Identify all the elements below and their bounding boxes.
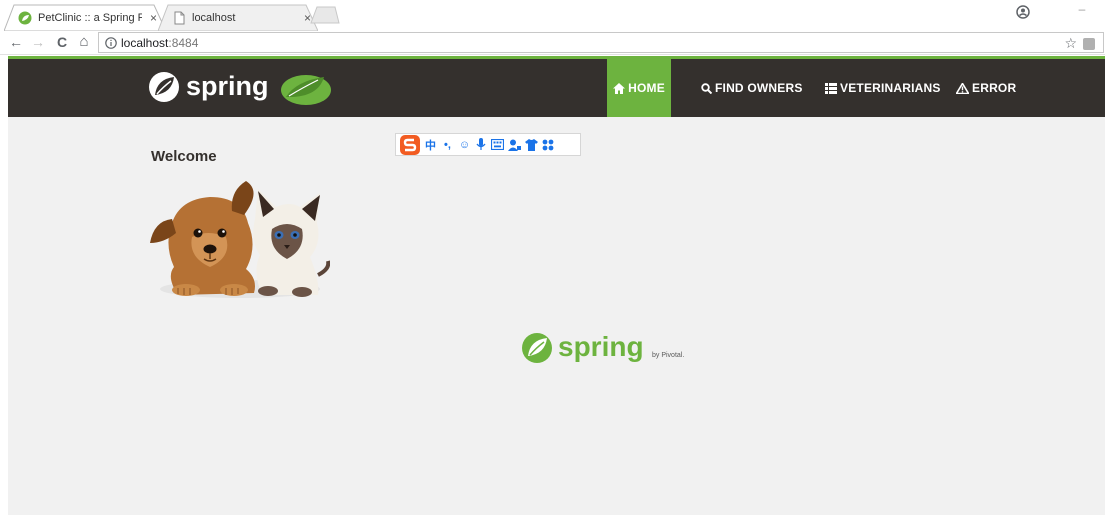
navbar: spring HOME FIND OWNERS VETERINARIANS ER… [8, 59, 1105, 117]
new-tab-button[interactable] [310, 6, 340, 24]
url-port: :8484 [168, 35, 199, 50]
footer-brand-text: spring [558, 331, 644, 362]
ime-microphone-icon[interactable] [475, 138, 487, 151]
spring-by-pivotal-logo: spring by Pivotal. [522, 331, 684, 363]
warning-icon [956, 82, 969, 94]
pets-image [150, 181, 330, 298]
tab-title: localhost [192, 11, 236, 24]
nav-find-owners-label: FIND OWNERS [715, 81, 803, 95]
ime-punctuation-icon[interactable]: •, [441, 139, 454, 151]
close-icon[interactable]: × [150, 11, 157, 25]
tab-localhost[interactable]: localhost × [158, 4, 318, 31]
nav-veterinarians[interactable]: VETERINARIANS [825, 59, 941, 117]
ime-skin-icon[interactable] [525, 138, 538, 151]
url-host: localhost [121, 35, 169, 50]
tab-petclinic[interactable]: PetClinic :: a Spring Fra × [4, 4, 166, 31]
spring-favicon-icon [18, 11, 32, 24]
sogou-logo-icon[interactable] [400, 134, 420, 155]
browser-window: PetClinic :: a Spring Fra × localhost × … [0, 0, 1105, 515]
ime-emoji-icon[interactable]: ☺ [458, 139, 471, 151]
minimize-button[interactable]: – [1070, 2, 1094, 18]
nav-error-label: ERROR [972, 81, 1017, 95]
ime-chinese-mode-icon[interactable]: 中 [424, 137, 437, 153]
ime-toolbar[interactable]: 中 •, ☺ [395, 133, 581, 156]
ime-apps-icon[interactable] [542, 139, 554, 151]
account-icon[interactable] [1016, 5, 1030, 19]
page-title: Welcome [151, 148, 217, 165]
reload-icon[interactable]: C [54, 34, 70, 50]
spring-logo[interactable]: spring [146, 65, 336, 109]
nav-error[interactable]: ERROR [956, 59, 1016, 117]
back-icon[interactable]: ← [8, 34, 24, 50]
extension-icon[interactable] [1083, 38, 1095, 50]
forward-icon[interactable]: → [30, 34, 46, 50]
search-icon [701, 82, 712, 94]
browser-toolbar: ← → C ⌂ localhost :8484 ☆ [0, 31, 1105, 55]
list-icon [825, 82, 837, 94]
brand-text: spring [186, 71, 269, 101]
address-bar[interactable]: localhost :8484 ☆ [98, 32, 1104, 53]
nav-home[interactable]: HOME [607, 59, 671, 117]
home-button-icon[interactable]: ⌂ [76, 34, 92, 50]
tab-strip: PetClinic :: a Spring Fra × localhost × … [0, 0, 1105, 31]
footer-tagline: by Pivotal. [652, 352, 684, 359]
info-icon[interactable] [105, 36, 117, 49]
nav-veterinarians-label: VETERINARIANS [840, 81, 941, 95]
nav-find-owners[interactable]: FIND OWNERS [701, 59, 803, 117]
home-icon [613, 82, 626, 94]
ime-user-icon[interactable] [508, 139, 521, 151]
nav-home-label: HOME [628, 81, 665, 95]
star-icon[interactable]: ☆ [1064, 35, 1077, 52]
tab-title: PetClinic :: a Spring Fra [38, 11, 142, 24]
page-viewport: spring HOME FIND OWNERS VETERINARIANS ER… [8, 56, 1105, 515]
document-icon [174, 11, 185, 24]
ime-keyboard-icon[interactable] [491, 139, 504, 150]
